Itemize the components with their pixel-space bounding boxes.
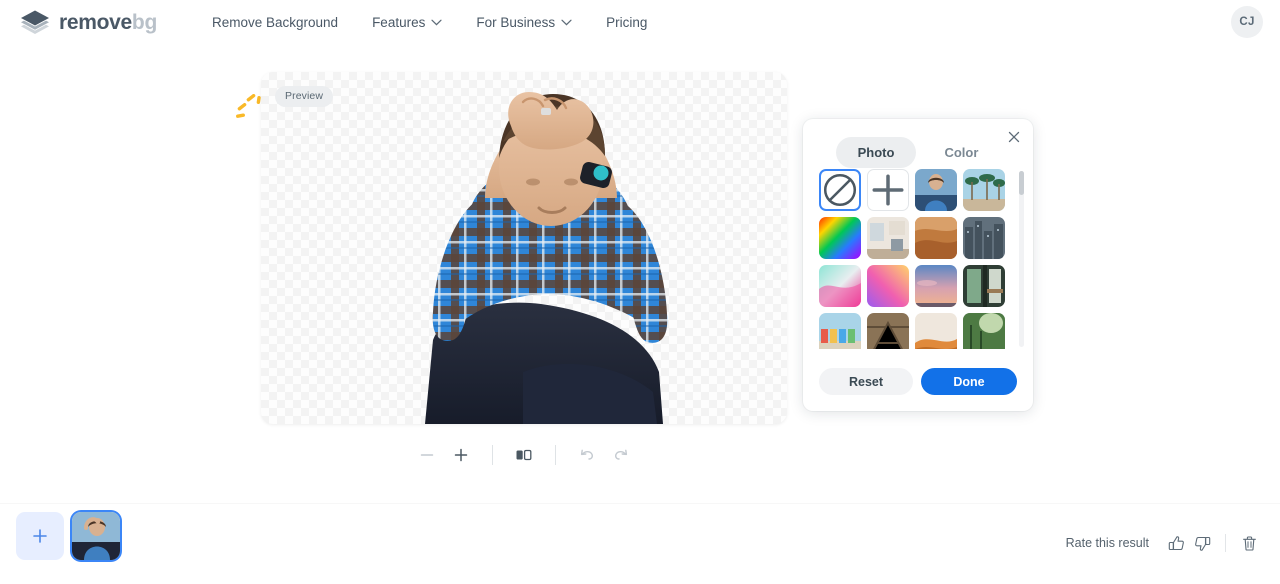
photo-interior-room-thumb [867, 217, 909, 259]
thumbnail-scrollbar[interactable] [1019, 171, 1024, 347]
thumb-gradient-teal-pink[interactable] [819, 265, 861, 307]
minus-icon [420, 454, 434, 456]
scrollbar-thumb[interactable] [1019, 171, 1024, 195]
thumbs-up-icon [1168, 535, 1184, 550]
photo-palm-trees-thumb [963, 169, 1005, 211]
thumb-photo-man-portrait[interactable] [915, 169, 957, 211]
avatar-initials: CJ [1239, 16, 1255, 28]
thumb-photo-orange-dune[interactable] [915, 313, 957, 349]
close-icon [1008, 131, 1020, 143]
thumbs-up-button[interactable] [1163, 530, 1189, 556]
editor-canvas-area: Preview Photo Color Reset Done [0, 44, 1280, 474]
filmstrip [16, 512, 120, 560]
logo-text-primary: remove [59, 10, 132, 34]
thumb-photo-desert-dunes[interactable] [915, 217, 957, 259]
photo-balcony-window-thumb [963, 265, 1005, 307]
photo-beach-huts-thumb [819, 313, 861, 349]
compare-toggle-button[interactable] [507, 438, 541, 472]
gradient-rainbow-thumb [819, 217, 861, 259]
tab-color[interactable]: Color [922, 137, 1000, 168]
site-header: removebg Remove Background Features For … [0, 0, 1280, 44]
main-nav: Remove Background Features For Business … [195, 0, 664, 44]
nav-item-for-business[interactable]: For Business [459, 0, 589, 44]
toolbar-divider [555, 445, 556, 465]
thumb-photo-beach-huts[interactable] [819, 313, 861, 349]
bottom-bar: Rate this result [0, 504, 1280, 584]
tab-photo[interactable]: Photo [835, 137, 917, 168]
layers-diamond-logo-icon [21, 10, 49, 34]
redo-icon [615, 449, 628, 460]
thumb-photo-interior-room[interactable] [867, 217, 909, 259]
nav-item-pricing[interactable]: Pricing [589, 0, 664, 44]
nav-item-remove-background[interactable]: Remove Background [195, 0, 355, 44]
thumb-photo-sunset-sky[interactable] [915, 265, 957, 307]
logo[interactable]: removebg [20, 9, 157, 35]
photo-man-portrait-thumb [915, 169, 957, 211]
thumb-photo-city-skyline[interactable] [963, 217, 1005, 259]
chevron-down-icon [561, 19, 572, 25]
thumb-man-sitting [72, 512, 120, 560]
gradient-teal-pink-thumb [819, 265, 861, 307]
subject-cutout-image [425, 92, 668, 424]
done-button[interactable]: Done [921, 368, 1017, 395]
redo-button[interactable] [604, 438, 638, 472]
photo-city-skyline-thumb [963, 217, 1005, 259]
thumb-no-background[interactable] [819, 169, 861, 211]
filmstrip-thumb-active[interactable] [72, 512, 120, 560]
logo-text-secondary: bg [131, 10, 157, 34]
preview-badge: Preview [275, 86, 334, 107]
delete-button[interactable] [1236, 530, 1262, 556]
photo-wooden-structure-thumb [867, 313, 909, 349]
rate-result-group: Rate this result [1066, 530, 1262, 556]
thumb-photo-balcony-window[interactable] [963, 265, 1005, 307]
plus-icon [872, 174, 904, 206]
undo-icon [580, 449, 593, 460]
nav-label: For Business [476, 14, 556, 30]
add-image-button[interactable] [16, 512, 64, 560]
toolbar-divider [492, 445, 493, 465]
gradient-purple-yellow-thumb [867, 265, 909, 307]
thumb-photo-forest-light[interactable] [963, 313, 1005, 349]
rate-label: Rate this result [1065, 536, 1149, 550]
split-compare-icon [516, 449, 532, 461]
photo-desert-dunes-thumb [915, 217, 957, 259]
photo-orange-dune-thumb [915, 313, 957, 349]
panel-actions: Reset Done [819, 368, 1017, 395]
thumb-photo-palm-trees[interactable] [963, 169, 1005, 211]
undo-button[interactable] [570, 438, 604, 472]
zoom-out-button[interactable] [410, 438, 444, 472]
panel-close-button[interactable] [1004, 127, 1024, 147]
photo-forest-light-thumb [963, 313, 1005, 349]
zoom-in-button[interactable] [444, 438, 478, 472]
nav-label: Pricing [606, 14, 648, 30]
photo-sunset-sky-thumb [915, 265, 957, 307]
rate-divider [1225, 534, 1226, 552]
trash-icon [1242, 535, 1256, 551]
thumb-upload-background[interactable] [867, 169, 909, 211]
app-root: removebg Remove Background Features For … [0, 0, 1280, 584]
no-background-icon [823, 173, 857, 207]
thumbs-down-icon [1194, 536, 1210, 551]
nav-item-features[interactable]: Features [355, 0, 459, 44]
canvas-toolbar [0, 438, 1048, 472]
plus-icon [33, 529, 47, 543]
thumb-gradient-rainbow[interactable] [819, 217, 861, 259]
background-panel: Photo Color Reset Done [803, 119, 1033, 411]
plus-icon [454, 448, 468, 462]
chevron-down-icon [431, 19, 442, 25]
thumbs-down-button[interactable] [1189, 530, 1215, 556]
image-canvas[interactable]: Preview [261, 72, 787, 424]
reset-button[interactable]: Reset [819, 368, 913, 395]
nav-label: Features [372, 14, 426, 30]
nav-label: Remove Background [211, 14, 339, 30]
thumb-photo-wooden-structure[interactable] [867, 313, 909, 349]
avatar[interactable]: CJ [1231, 6, 1263, 38]
background-thumbnail-grid [819, 169, 1017, 349]
panel-tabs: Photo Color [803, 119, 1033, 168]
thumb-gradient-purple-yellow[interactable] [867, 265, 909, 307]
